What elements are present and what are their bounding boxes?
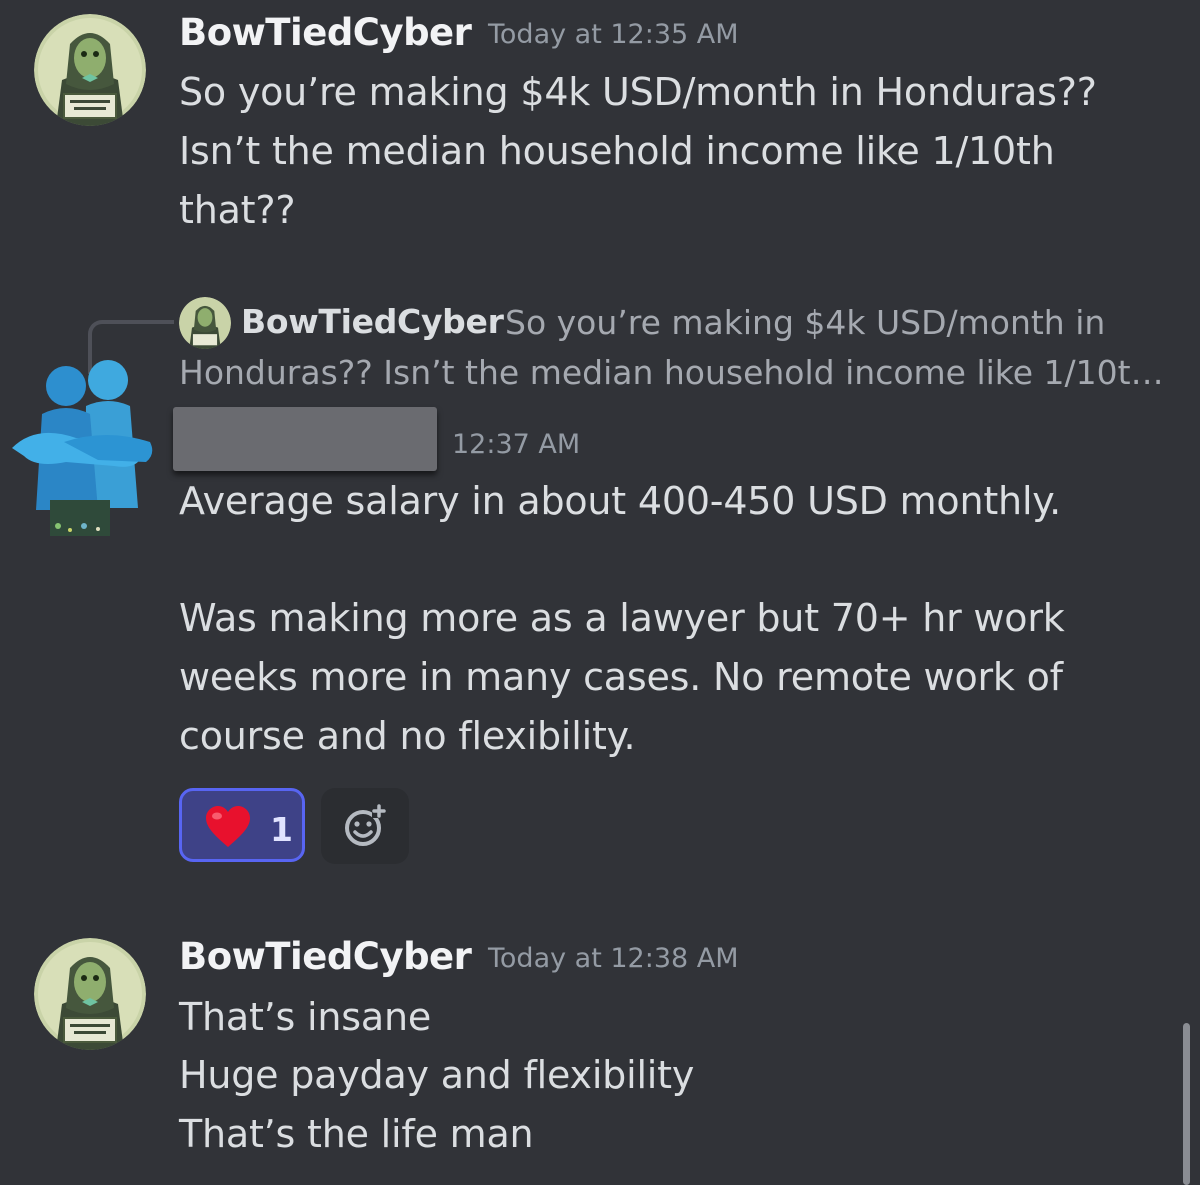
scrollbar[interactable]	[1183, 1023, 1190, 1185]
message-line: That’s the life man	[179, 1112, 534, 1156]
message-line: That’s insane	[179, 995, 432, 1039]
timestamp: Today at 12:38 AM	[488, 943, 739, 974]
message-3: BowTiedCyber Today at 12:38 AM That’s in…	[0, 0, 1200, 1185]
message-line: Huge payday and flexibility	[179, 1053, 695, 1097]
user-avatar[interactable]	[34, 938, 146, 1050]
username[interactable]: BowTiedCyber	[179, 935, 472, 978]
bowtie-avatar-icon	[34, 938, 146, 1050]
